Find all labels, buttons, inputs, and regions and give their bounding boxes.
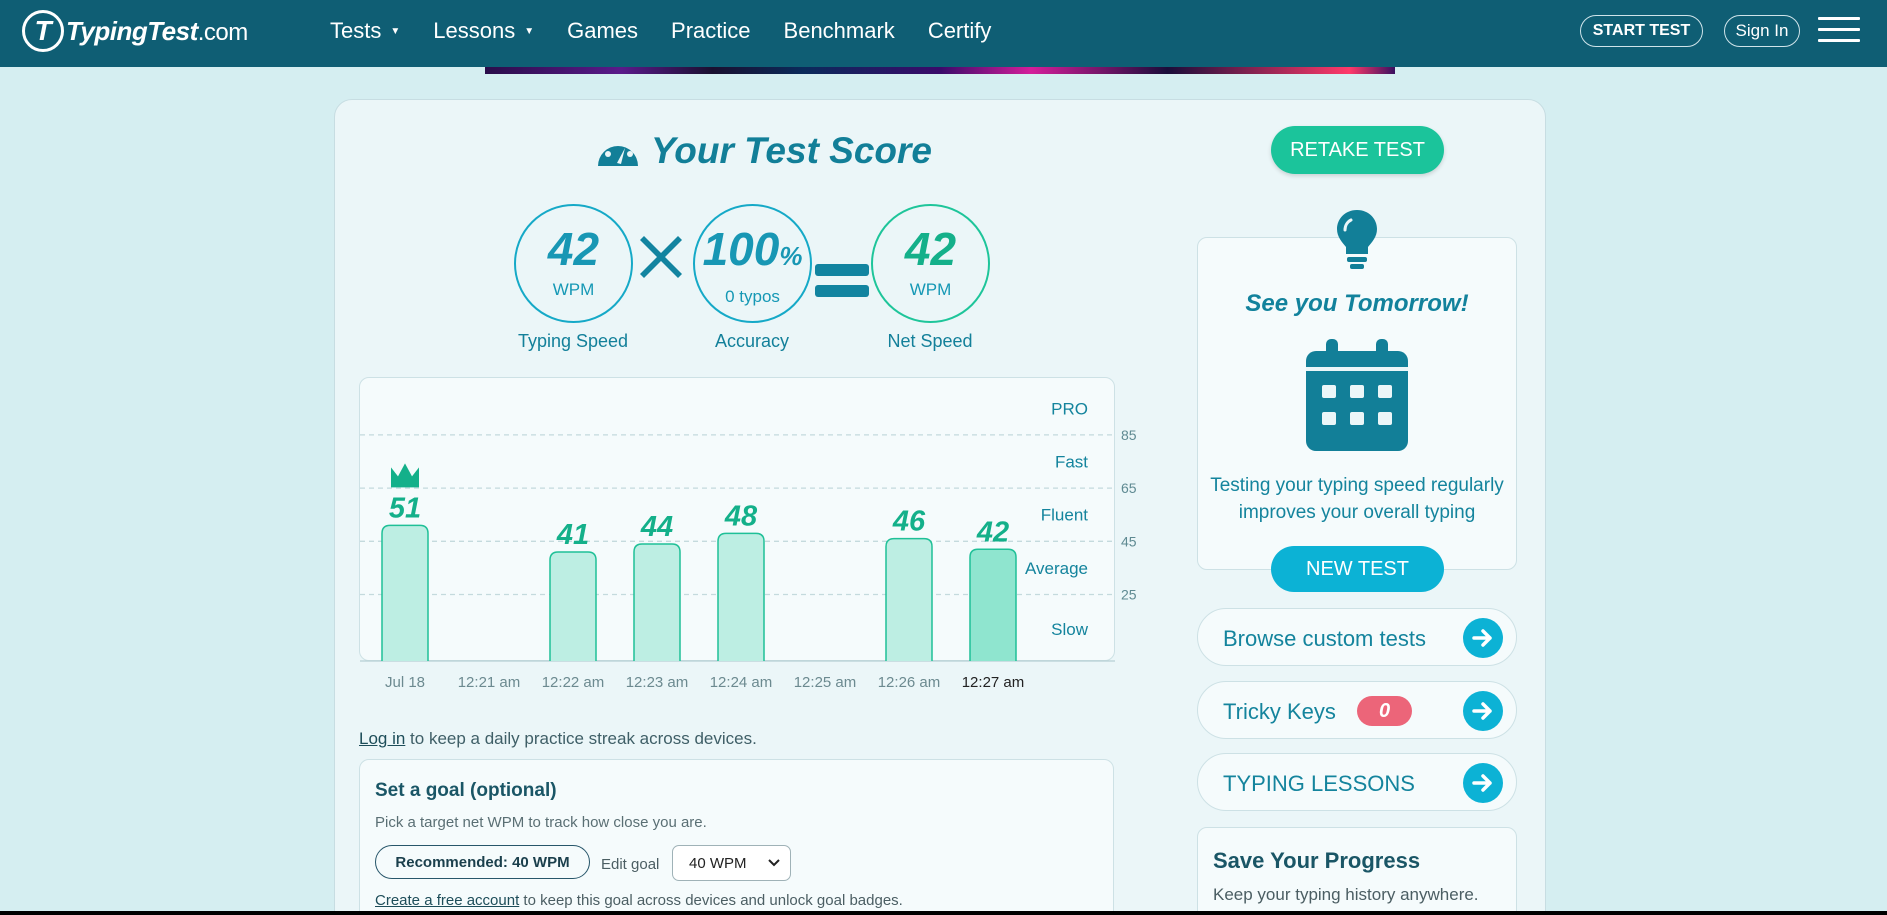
top-navbar: T TypingTest.com Tests ▼ Lessons ▼ Games P… [0,0,1887,67]
new-test-button[interactable]: NEW TEST [1271,546,1444,592]
net-speed-value: 42 [904,223,957,275]
logo-mark-icon: T [22,10,64,52]
tricky-keys-label: Tricky Keys [1223,699,1336,724]
retake-test-button[interactable]: RETAKE TEST [1271,126,1444,174]
window-bottom-edge [0,911,1887,915]
tricky-keys-count-badge: 0 [1357,696,1412,726]
calendar-icon [1306,339,1408,451]
login-prompt: Log in to keep a daily practice streak a… [359,729,757,749]
hamburger-icon[interactable] [1818,17,1860,43]
site-logo[interactable]: T TypingTest.com [22,10,248,52]
accuracy-label: Accuracy [714,331,790,351]
login-prompt-text: to keep a daily practice streak across d… [405,729,757,748]
nav-benchmark[interactable]: Benchmark [784,18,895,44]
save-progress-panel: Save Your Progress Keep your typing hist… [1197,827,1517,915]
nav-lessons[interactable]: Lessons ▼ [433,18,534,44]
gauge-icon [598,137,638,166]
sign-in-button[interactable]: Sign In [1724,15,1800,47]
nav-lessons-label: Lessons [433,18,516,43]
arrow-right-icon [1463,691,1503,731]
net-speed-circle: 42 WPM [871,204,990,323]
net-speed-unit: WPM [909,280,952,299]
nav-games[interactable]: Games [567,18,638,44]
arrow-right-icon [1463,763,1503,803]
lightbulb-icon [1337,210,1377,269]
create-account-text: to keep this goal across devices and unl… [519,892,903,909]
typing-speed-value: 42 [547,223,600,275]
history-chart [359,377,1115,661]
typing-speed-circle: 42 WPM [514,204,633,323]
tricky-keys-link[interactable]: Tricky Keys 0 [1197,681,1517,739]
caret-down-icon: ▼ [524,25,535,37]
nav-tests-label: Tests [330,18,382,43]
accuracy-percent: % [779,241,803,271]
equals-icon [815,239,869,313]
score-title: Your Test Score [595,128,932,174]
arrow-right-icon [1463,618,1503,658]
start-test-button[interactable]: START TEST [1580,15,1703,47]
typing-speed-unit: WPM [552,280,595,299]
typing-speed-label: Typing Speed [517,331,629,351]
accuracy-circle: 100% 0 typos [693,204,812,323]
main-menu: Tests ▼ Lessons ▼ Games Practice Benchmark… [330,0,1024,62]
recommended-goal-button[interactable]: Recommended: 40 WPM [375,845,590,879]
chevron-down-icon [768,856,780,870]
save-progress-title: Save Your Progress [1213,848,1421,873]
create-account-prompt: Create a free account to keep this goal … [375,892,903,909]
net-speed-label: Net Speed [887,331,973,351]
score-title-text: Your Test Score [651,130,933,171]
edit-goal-label: Edit goal [601,856,660,873]
goal-subtitle: Pick a target net WPM to track how close… [375,814,707,831]
create-account-link[interactable]: Create a free account [375,892,519,909]
caret-down-icon: ▼ [390,25,401,37]
typing-lessons-label: TYPING LESSONS [1223,771,1415,796]
login-link[interactable]: Log in [359,729,405,748]
typing-lessons-link[interactable]: TYPING LESSONS [1197,753,1517,811]
browse-custom-tests-label: Browse custom tests [1223,626,1426,651]
nav-certify[interactable]: Certify [928,18,992,44]
logo-text: TypingTest [66,15,198,46]
goal-panel: Set a goal (optional) Pick a target net … [359,759,1114,915]
ad-banner[interactable] [485,67,1395,74]
browse-custom-tests-link[interactable]: Browse custom tests [1197,608,1517,666]
nav-practice[interactable]: Practice [671,18,750,44]
goal-title: Set a goal (optional) [375,780,557,801]
save-progress-subtitle: Keep your typing history anywhere. [1213,885,1479,904]
accuracy-typos: 0 typos [725,287,780,306]
tomorrow-text: Testing your typing speed regularly impr… [1210,475,1504,523]
goal-select-value: 40 WPM [689,854,747,872]
nav-tests[interactable]: Tests ▼ [330,18,400,44]
multiply-icon [638,221,684,295]
accuracy-value: 100 [702,223,780,275]
tomorrow-title: See you Tomorrow! [1245,290,1469,317]
goal-select[interactable]: 40 WPM [672,845,791,881]
logo-domain: .com [197,18,249,46]
